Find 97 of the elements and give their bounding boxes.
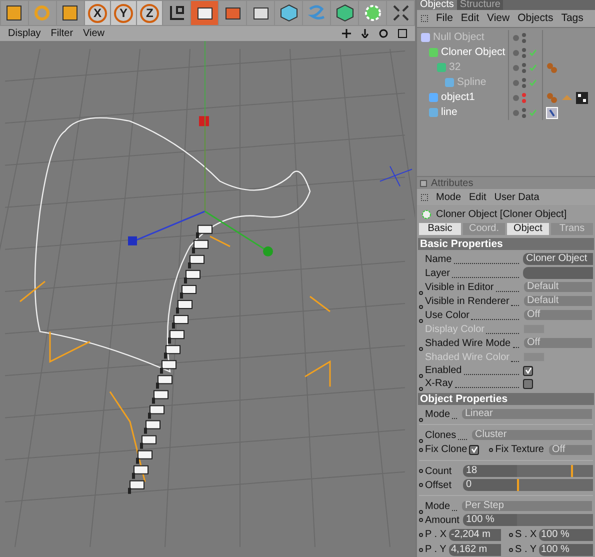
slider-thumb[interactable] xyxy=(571,465,574,477)
property-label: Fix Clone xyxy=(425,443,468,457)
text-field[interactable]: Cloner Object xyxy=(523,253,593,265)
axis-toggle-button[interactable]: X xyxy=(84,1,110,25)
cube-icon xyxy=(280,4,298,22)
property-label: Use Color xyxy=(425,308,470,322)
panel-tab[interactable]: Objects xyxy=(417,0,457,10)
cloner-icon xyxy=(421,208,432,220)
property-label: Layer xyxy=(425,266,450,280)
cloner-tool-button[interactable] xyxy=(359,1,386,25)
dropdown[interactable]: Off xyxy=(523,309,593,321)
number-field[interactable]: 100 % xyxy=(463,514,517,526)
property-label: Visible in Editor xyxy=(425,280,494,294)
property-label: S . Y xyxy=(515,543,537,557)
expand-icon xyxy=(392,4,410,22)
property-label: Shaded Wire Mode xyxy=(425,336,511,350)
number-field[interactable]: -2,204 m xyxy=(449,528,501,540)
property-label: S . X xyxy=(515,528,537,542)
axis-toggle-button[interactable]: Y xyxy=(111,1,136,25)
menu-item[interactable]: View xyxy=(83,26,105,41)
checkmark-icon xyxy=(470,446,478,453)
object-icon xyxy=(420,32,431,43)
object-icon xyxy=(428,107,439,118)
section-header: Object Properties xyxy=(418,393,594,405)
rotate-icon xyxy=(379,29,388,38)
dropdown[interactable]: Per Step xyxy=(461,500,593,512)
select-tool-button[interactable] xyxy=(56,1,84,25)
cloner-icon xyxy=(364,4,382,22)
number-field[interactable]: 18 xyxy=(463,465,517,477)
panel-title: Attributes xyxy=(431,176,474,190)
property-label: P . Y xyxy=(425,543,447,557)
nurbs-tool-button[interactable] xyxy=(331,1,358,25)
property-label: P . X xyxy=(425,528,447,542)
object-icon xyxy=(444,77,455,88)
grip-icon xyxy=(421,15,428,22)
property-label: Amount xyxy=(425,514,460,528)
model-tool-button[interactable] xyxy=(1,1,28,25)
object-icon xyxy=(436,62,447,73)
move-icon xyxy=(342,29,351,38)
maximize-icon xyxy=(398,29,407,38)
menu-item[interactable]: Objects xyxy=(518,10,554,26)
menu-item[interactable]: Edit xyxy=(469,190,486,204)
menu-item[interactable]: File xyxy=(436,10,453,26)
render-view-tool-button[interactable] xyxy=(219,1,246,25)
property-label: Fix Texture xyxy=(495,443,544,457)
attribute-tab[interactable]: Basic xyxy=(419,223,461,235)
property-label: Enabled xyxy=(425,364,462,378)
grip-icon xyxy=(421,194,428,200)
section-header: Basic Properties xyxy=(418,238,594,250)
panel-tab[interactable]: Structure xyxy=(456,0,504,10)
number-field[interactable]: 100 % xyxy=(539,528,593,540)
number-field[interactable]: 100 % xyxy=(539,544,593,556)
dropdown[interactable]: Off xyxy=(548,444,593,456)
axis-toggle-button[interactable]: Z xyxy=(137,1,162,25)
object-title: Cloner Object [Cloner Object] xyxy=(436,208,567,222)
property-label: Mode xyxy=(425,500,450,514)
number-field[interactable]: 4,162 m xyxy=(449,544,501,556)
checkbox[interactable] xyxy=(523,366,533,376)
spline-icon xyxy=(308,4,326,22)
property-label: Count xyxy=(425,464,452,478)
axis-marker-drawing xyxy=(380,166,412,187)
checkmark-icon xyxy=(524,367,532,374)
menu-item[interactable]: Display xyxy=(8,26,41,41)
render-settings-tool-button[interactable] xyxy=(247,1,274,25)
coords-tool-button[interactable] xyxy=(163,1,190,25)
expand-tool-button[interactable] xyxy=(387,1,414,25)
down-arrow-icon xyxy=(361,29,369,38)
render-tool-button[interactable] xyxy=(191,1,218,25)
dropdown[interactable]: Cluster xyxy=(471,429,593,441)
property-label: Clones xyxy=(425,428,456,442)
rotate-icon xyxy=(33,4,52,22)
menu-item[interactable]: Tags xyxy=(561,10,584,26)
dropdown[interactable]: Linear xyxy=(461,408,593,420)
object-icon xyxy=(428,47,439,58)
checkbox[interactable] xyxy=(523,378,533,388)
menu-item[interactable]: Mode xyxy=(436,190,462,204)
coords-icon xyxy=(168,4,186,22)
property-label: Visible in Renderer xyxy=(425,294,510,308)
property-label: Name xyxy=(425,252,452,266)
text-field[interactable] xyxy=(523,267,593,279)
cube-tool-button[interactable] xyxy=(275,1,302,25)
menu-item[interactable]: User Data xyxy=(494,190,540,204)
panel-toggle-icon[interactable] xyxy=(420,180,427,186)
menu-item[interactable]: Edit xyxy=(460,10,480,26)
property-label: X-Ray xyxy=(425,377,453,391)
menu-item[interactable]: Filter xyxy=(50,26,74,41)
property-label: Mode xyxy=(425,408,450,422)
attribute-tab[interactable]: Object xyxy=(507,223,549,235)
property-label: Offset xyxy=(425,478,452,492)
selection-tag-icon[interactable] xyxy=(546,106,558,118)
dropdown[interactable]: Default xyxy=(523,295,593,307)
checkbox[interactable] xyxy=(469,444,480,454)
number-field[interactable]: 0 xyxy=(463,479,517,491)
object-icon xyxy=(428,92,439,103)
dropdown[interactable]: Default xyxy=(523,281,593,293)
dropdown[interactable]: Off xyxy=(523,337,593,349)
menu-item[interactable]: View xyxy=(487,10,510,26)
